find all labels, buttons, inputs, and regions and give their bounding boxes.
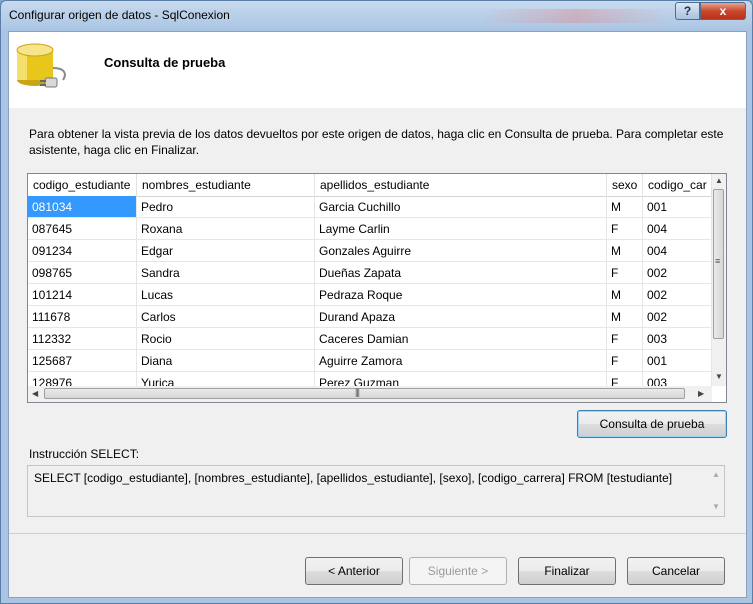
page-title: Consulta de prueba: [104, 55, 226, 70]
column-header[interactable]: apellidos_estudiante: [315, 174, 607, 196]
grip-icon: ≡: [715, 256, 720, 266]
table-row[interactable]: 112332 Rocio Caceres Damian F 003: [28, 328, 712, 350]
wizard-header: Consulta de prueba: [9, 32, 746, 108]
table-row[interactable]: 111678 Carlos Durand Apaza M 002: [28, 306, 712, 328]
cell-sexo[interactable]: F: [607, 350, 643, 372]
cell-apellidos[interactable]: Perez Guzman: [315, 372, 607, 386]
column-header[interactable]: nombres_estudiante: [137, 174, 315, 196]
select-statement-box[interactable]: SELECT [codigo_estudiante], [nombres_est…: [27, 465, 725, 517]
cell-codigo[interactable]: 125687: [28, 350, 137, 372]
cell-nombres[interactable]: Diana: [137, 350, 315, 372]
cell-apellidos[interactable]: Dueñas Zapata: [315, 262, 607, 284]
cell-codigo[interactable]: 101214: [28, 284, 137, 306]
preview-data-grid[interactable]: codigo_estudiante nombres_estudiante ape…: [27, 173, 727, 403]
cell-carrera[interactable]: 004: [643, 240, 712, 262]
cell-codigo[interactable]: 112332: [28, 328, 137, 350]
cell-carrera[interactable]: 004: [643, 218, 712, 240]
dialog-window: Configurar origen de datos - SqlConexion…: [0, 0, 753, 604]
title-bar[interactable]: Configurar origen de datos - SqlConexion…: [1, 1, 752, 31]
scroll-down-arrow-icon[interactable]: ▼: [715, 372, 723, 381]
cell-apellidos[interactable]: Layme Carlin: [315, 218, 607, 240]
cell-sexo[interactable]: F: [607, 372, 643, 386]
scroll-left-arrow-icon[interactable]: ◀: [32, 389, 38, 398]
scroll-up-arrow-icon[interactable]: ▲: [715, 176, 723, 185]
cell-apellidos[interactable]: Caceres Damian: [315, 328, 607, 350]
cell-sexo[interactable]: M: [607, 306, 643, 328]
database-connection-icon: [16, 43, 66, 88]
cell-sexo[interactable]: F: [607, 262, 643, 284]
table-row[interactable]: 101214 Lucas Pedraza Roque M 002: [28, 284, 712, 306]
cell-codigo[interactable]: 098765: [28, 262, 137, 284]
table-row[interactable]: 128976 Yurica Perez Guzman F 003: [28, 372, 712, 386]
table-row[interactable]: 125687 Diana Aguirre Zamora F 001: [28, 350, 712, 372]
cell-nombres[interactable]: Lucas: [137, 284, 315, 306]
cell-codigo[interactable]: 081034: [28, 196, 137, 218]
scroll-up-arrow-icon[interactable]: ▲: [712, 470, 720, 479]
cell-carrera[interactable]: 002: [643, 284, 712, 306]
table-row[interactable]: 091234 Edgar Gonzales Aguirre M 004: [28, 240, 712, 262]
horizontal-scroll-thumb[interactable]: |||: [44, 387, 685, 399]
help-button[interactable]: ?: [675, 2, 700, 20]
grid-horizontal-scrollbar[interactable]: ◀ ||| ▶: [28, 386, 712, 402]
scroll-right-arrow-icon[interactable]: ▶: [698, 389, 704, 398]
column-header[interactable]: codigo_estudiante: [28, 174, 137, 196]
cell-nombres[interactable]: Carlos: [137, 306, 315, 328]
sql-vertical-scrollbar[interactable]: ▲ ▼: [708, 466, 724, 516]
grid-vertical-scrollbar[interactable]: ▲ ≡ ▼: [712, 174, 726, 386]
cell-apellidos[interactable]: Pedraza Roque: [315, 284, 607, 306]
cancel-button[interactable]: Cancelar: [627, 557, 725, 585]
cell-carrera[interactable]: 001: [643, 350, 712, 372]
cell-codigo[interactable]: 111678: [28, 306, 137, 328]
cell-nombres[interactable]: Yurica: [137, 372, 315, 386]
instructions-text: Para obtener la vista previa de los dato…: [29, 127, 724, 157]
cell-apellidos[interactable]: Aguirre Zamora: [315, 350, 607, 372]
table-row[interactable]: 087645 Roxana Layme Carlin F 004: [28, 218, 712, 240]
cell-carrera[interactable]: 002: [643, 262, 712, 284]
select-statement-text: SELECT [codigo_estudiante], [nombres_est…: [34, 471, 673, 485]
cell-sexo[interactable]: F: [607, 328, 643, 350]
cell-codigo[interactable]: 091234: [28, 240, 137, 262]
window-title: Configurar origen de datos - SqlConexion: [9, 8, 230, 22]
wizard-body: Consulta de prueba Para obtener la vista…: [8, 31, 747, 598]
footer-separator: [9, 533, 746, 534]
cell-nombres[interactable]: Pedro: [137, 196, 315, 218]
cell-sexo[interactable]: M: [607, 240, 643, 262]
cell-nombres[interactable]: Roxana: [137, 218, 315, 240]
grip-icon: |||: [355, 387, 360, 397]
vertical-scroll-thumb[interactable]: ≡: [713, 189, 724, 339]
finish-button[interactable]: Finalizar: [518, 557, 616, 585]
next-button[interactable]: Siguiente >: [409, 557, 507, 585]
cell-carrera[interactable]: 001: [643, 196, 712, 218]
cell-nombres[interactable]: Edgar: [137, 240, 315, 262]
select-statement-label: Instrucción SELECT:: [29, 447, 140, 461]
test-query-button[interactable]: Consulta de prueba: [577, 410, 727, 438]
cell-apellidos[interactable]: Gonzales Aguirre: [315, 240, 607, 262]
cell-nombres[interactable]: Rocio: [137, 328, 315, 350]
cell-codigo[interactable]: 087645: [28, 218, 137, 240]
cell-sexo[interactable]: M: [607, 196, 643, 218]
table-row[interactable]: 098765 Sandra Dueñas Zapata F 002: [28, 262, 712, 284]
cell-apellidos[interactable]: Garcia Cuchillo: [315, 196, 607, 218]
column-header[interactable]: codigo_car: [643, 174, 712, 196]
cell-nombres[interactable]: Sandra: [137, 262, 315, 284]
back-button[interactable]: < Anterior: [305, 557, 403, 585]
scroll-down-arrow-icon[interactable]: ▼: [712, 502, 720, 511]
background-window-title: [481, 9, 671, 23]
grid-header: codigo_estudiante nombres_estudiante ape…: [28, 174, 712, 197]
cell-sexo[interactable]: M: [607, 284, 643, 306]
grid-rows: 081034 Pedro Garcia Cuchillo M 001 08764…: [28, 196, 712, 386]
table-row[interactable]: 081034 Pedro Garcia Cuchillo M 001: [28, 196, 712, 218]
cell-carrera[interactable]: 003: [643, 328, 712, 350]
cell-apellidos[interactable]: Durand Apaza: [315, 306, 607, 328]
column-header[interactable]: sexo: [607, 174, 643, 196]
cell-codigo[interactable]: 128976: [28, 372, 137, 386]
cell-carrera[interactable]: 003: [643, 372, 712, 386]
close-button[interactable]: x: [700, 2, 746, 20]
cell-sexo[interactable]: F: [607, 218, 643, 240]
cell-carrera[interactable]: 002: [643, 306, 712, 328]
